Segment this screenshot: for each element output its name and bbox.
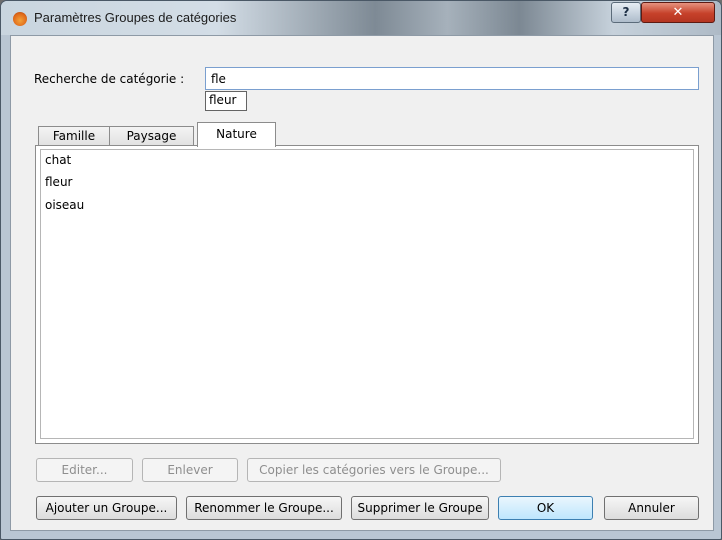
list-item[interactable]: fleur (45, 175, 72, 189)
help-button[interactable]: ? (611, 2, 641, 23)
copy-to-group-button[interactable]: Copier les catégories vers le Groupe... (247, 458, 501, 482)
rename-group-button[interactable]: Renommer le Groupe... (186, 496, 342, 520)
window-title: Paramètres Groupes de catégories (34, 10, 237, 25)
edit-button[interactable]: Editer... (36, 458, 133, 482)
tab-paysage[interactable]: Paysage (109, 126, 194, 146)
list-item[interactable]: oiseau (45, 198, 84, 212)
tab-panel-nature: chat fleur oiseau (35, 145, 699, 444)
add-group-button[interactable]: Ajouter un Groupe... (36, 496, 177, 520)
category-list[interactable]: chat fleur oiseau (40, 149, 694, 439)
tab-nature[interactable]: Nature (197, 122, 276, 147)
list-item[interactable]: chat (45, 153, 71, 167)
category-search-input[interactable] (205, 67, 699, 90)
remove-button[interactable]: Enlever (142, 458, 238, 482)
search-label: Recherche de catégorie : (34, 72, 185, 86)
close-icon: ✕ (672, 5, 684, 20)
cancel-button[interactable]: Annuler (604, 496, 699, 520)
dialog-window: Paramètres Groupes de catégories ? ✕ Rec… (0, 0, 722, 540)
tab-famille[interactable]: Famille (38, 126, 110, 146)
help-icon: ? (622, 5, 630, 19)
delete-group-button[interactable]: Supprimer le Groupe (351, 496, 489, 520)
close-button[interactable]: ✕ (641, 2, 715, 23)
app-icon (13, 12, 27, 26)
ok-button[interactable]: OK (498, 496, 593, 520)
autocomplete-item[interactable]: fleur (209, 93, 236, 107)
title-bar[interactable]: Paramètres Groupes de catégories ? ✕ (1, 1, 721, 35)
dialog-body: Recherche de catégorie : fleur Famille P… (10, 35, 714, 531)
autocomplete-popup[interactable]: fleur (205, 91, 247, 111)
